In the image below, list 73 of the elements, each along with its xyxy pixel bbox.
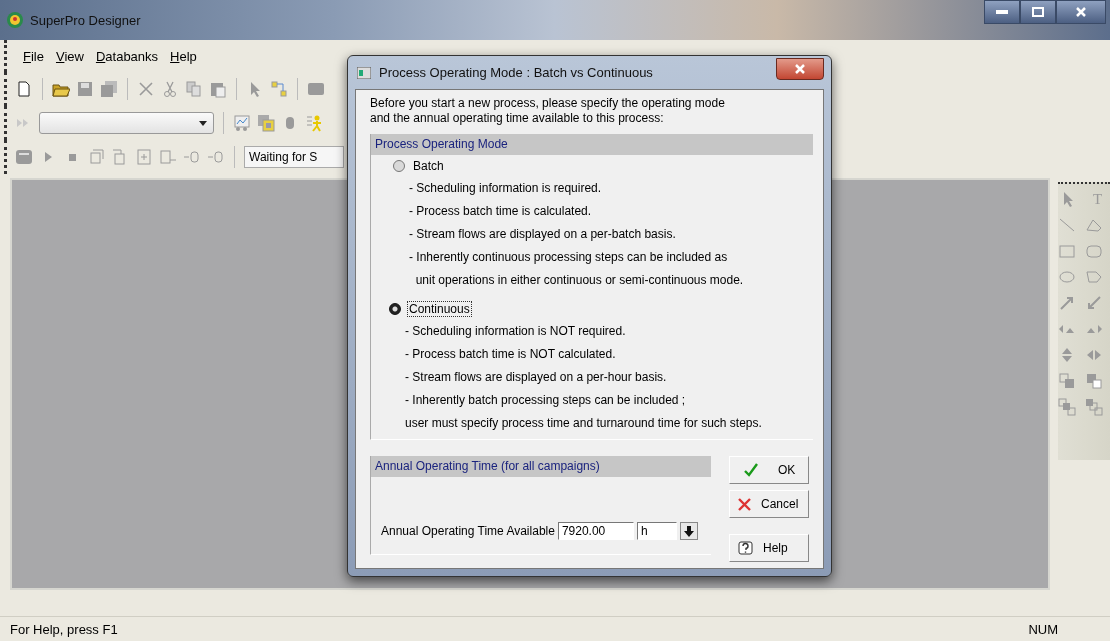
menu-item[interactable]: Help [170, 48, 197, 64]
paste-icon[interactable] [209, 80, 227, 98]
new-file-icon[interactable] [15, 80, 33, 98]
group-header: Process Operating Mode [371, 134, 813, 155]
layers-icon[interactable] [257, 114, 275, 132]
connect-icon[interactable] [270, 80, 288, 98]
close-icon [1075, 6, 1087, 18]
note-text: - Inherently batch processing steps can be included ; [405, 392, 687, 409]
copy-icon[interactable] [185, 80, 203, 98]
radio-button[interactable] [393, 160, 405, 172]
minimize-button[interactable] [984, 0, 1020, 24]
num-lock-indicator: NUM [1028, 621, 1058, 637]
field-label: Annual Operating Time Available [381, 524, 555, 538]
note-text: - Scheduling information is NOT required. [405, 323, 627, 340]
rounded-rectangle-icon[interactable] [1085, 242, 1103, 260]
note-text: - Stream flows are displayed on a per-hour basis. [405, 369, 668, 386]
menu-item[interactable]: View [55, 48, 84, 64]
line-icon[interactable] [1058, 216, 1076, 234]
arrow-icon[interactable] [1058, 294, 1076, 312]
block-icon[interactable] [15, 148, 33, 166]
caret-icon [199, 120, 207, 126]
intro-text: and the annual operating time available to this process: [370, 111, 665, 126]
group-icon[interactable] [1058, 398, 1076, 416]
intro-text: Before you start a new process, please specify the operating mode [370, 96, 726, 111]
app-logo-icon [6, 11, 24, 29]
chart-icon[interactable] [233, 114, 251, 132]
menu-item[interactable]: File [23, 48, 44, 64]
ok-button[interactable]: OK [729, 456, 809, 484]
check-icon [744, 463, 758, 477]
close-icon [794, 62, 806, 75]
help-button[interactable]: Help [729, 534, 809, 562]
close-button[interactable] [776, 57, 824, 80]
block-icon[interactable] [307, 80, 325, 98]
dropdown[interactable] [39, 112, 214, 134]
status-field: Waiting for S [244, 146, 344, 168]
cancel-button[interactable]: Cancel [729, 490, 809, 518]
send-back-icon[interactable] [1085, 372, 1103, 390]
save-all-icon[interactable] [100, 80, 118, 98]
minimize-icon [996, 10, 1008, 14]
note-text: - Process batch time is NOT calculated. [405, 346, 617, 363]
unit-field[interactable]: h [636, 522, 677, 540]
radio-button[interactable] [389, 303, 401, 315]
note-text: - Process batch time is calculated. [409, 203, 593, 220]
radio-label[interactable]: Continuous [407, 301, 472, 317]
save-icon[interactable] [76, 80, 94, 98]
note-text: - Scheduling information is required. [409, 180, 603, 197]
arrow-icon[interactable] [1085, 294, 1103, 312]
time-input[interactable]: 7920.00 [557, 522, 634, 540]
maximize-button[interactable] [1020, 0, 1056, 24]
ellipse-icon[interactable] [1058, 268, 1076, 286]
note-text: - Inherently continuous processing steps can be included as [409, 249, 729, 266]
maximize-icon [1032, 7, 1044, 17]
rectangle-icon[interactable] [1058, 242, 1076, 260]
note-text: unit operations in either continuous or semi-continuous mode. [414, 272, 745, 289]
close-button[interactable] [1056, 0, 1106, 24]
shape-icon[interactable] [1085, 268, 1103, 286]
status-text: For Help, press F1 [10, 621, 118, 637]
dropdown-button[interactable] [679, 522, 698, 540]
bring-front-icon[interactable] [1058, 372, 1076, 390]
group-header: Annual Operating Time (for all campaigns) [371, 456, 711, 477]
cross-icon [738, 497, 751, 511]
window-icon [357, 66, 371, 79]
down-arrow-icon [683, 525, 694, 537]
ungroup-icon[interactable] [1085, 398, 1103, 416]
window-title: SuperPro Designer [30, 12, 141, 28]
delete-icon[interactable] [137, 80, 155, 98]
note-text: user must specify process time and turnaround time for such steps. [405, 415, 763, 432]
dialog-title: Process Operating Mode : Batch vs Continuous [379, 65, 653, 80]
radio-label[interactable]: Batch [411, 158, 446, 174]
help-icon [738, 540, 753, 556]
note-text: - Stream flows are displayed on a per-batch basis. [409, 226, 677, 243]
menu-item[interactable]: Databanks [95, 48, 159, 64]
scissors-icon[interactable] [161, 80, 179, 98]
